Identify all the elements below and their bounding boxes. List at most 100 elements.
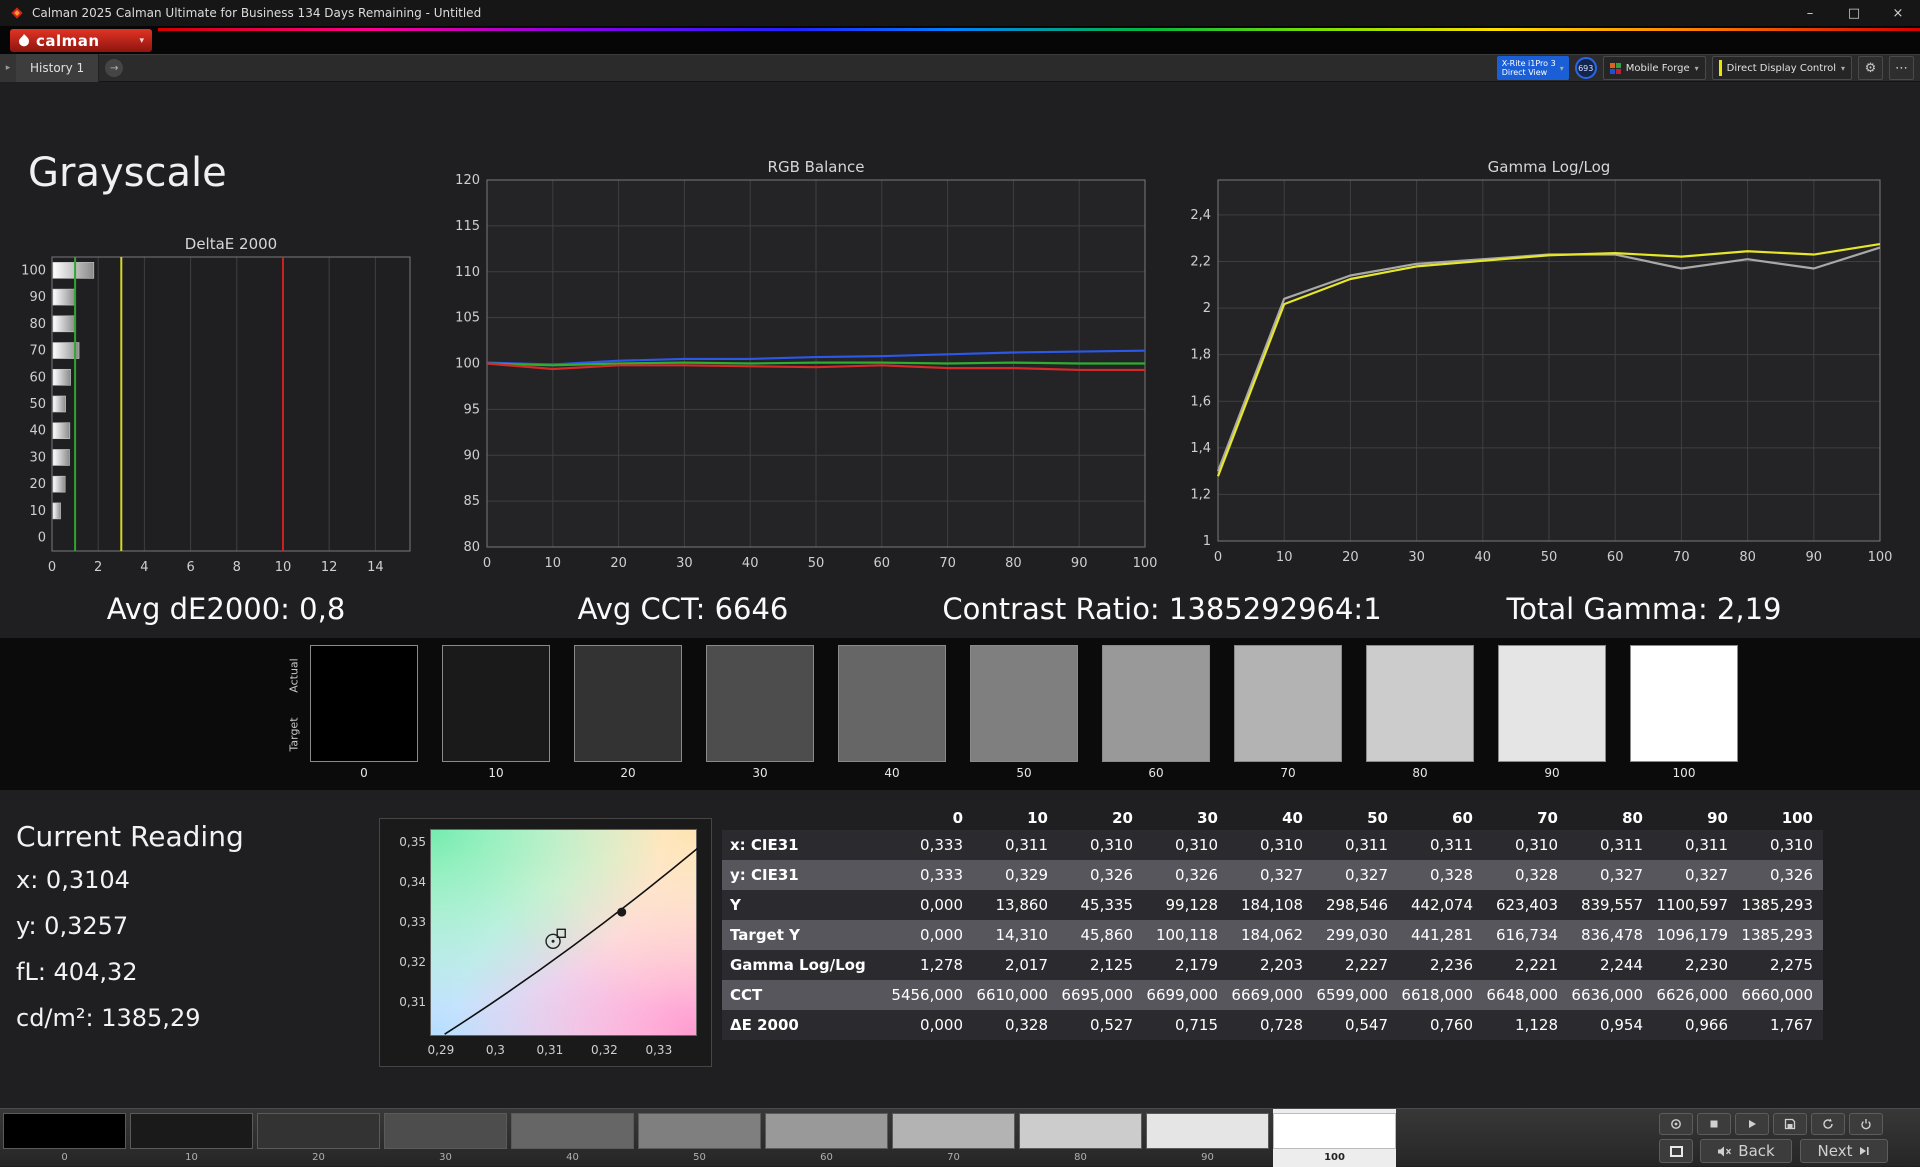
swatch-level-label: 10 <box>442 766 550 780</box>
table-cell: 6699,000 <box>1143 980 1228 1010</box>
rainbow-accent-strip <box>158 28 1920 31</box>
svg-text:70: 70 <box>1673 550 1690 565</box>
refresh-button[interactable] <box>1811 1113 1845 1135</box>
test-patch-40[interactable]: 40 <box>511 1109 634 1167</box>
table-header-cell: 70 <box>1483 806 1568 830</box>
minimize-button[interactable]: – <box>1788 0 1832 26</box>
table-cell: 13,860 <box>973 890 1058 920</box>
grayscale-swatch-strip: Actual Target 0102030405060708090100 <box>0 638 1920 790</box>
table-cell: 6695,000 <box>1058 980 1143 1010</box>
meter-select-button[interactable]: X-Rite i1Pro 3 Direct View ▾ <box>1497 56 1569 80</box>
patch-swatch <box>257 1113 380 1149</box>
table-cell: 0,310 <box>1228 830 1313 860</box>
next-button[interactable]: Next <box>1800 1139 1888 1163</box>
chevron-down-icon: ▾ <box>1841 64 1845 73</box>
svg-text:110: 110 <box>455 265 480 280</box>
table-header-cell: 40 <box>1228 806 1313 830</box>
test-patch-80[interactable]: 80 <box>1019 1109 1142 1167</box>
contrast-ratio-stat: Contrast Ratio: 1385292964:1 <box>942 592 1381 626</box>
svg-text:80: 80 <box>29 317 46 332</box>
patch-level-label: 10 <box>130 1152 253 1163</box>
table-cell: 0,327 <box>1313 860 1398 890</box>
svg-text:8: 8 <box>233 560 241 575</box>
swatch-level-label: 0 <box>310 766 418 780</box>
display-control-button[interactable]: Direct Display Control ▾ <box>1712 56 1852 80</box>
table-cell: 298,546 <box>1313 890 1398 920</box>
table-cell: 0,311 <box>1568 830 1653 860</box>
table-cell: 2,179 <box>1143 950 1228 980</box>
table-cell: 6626,000 <box>1653 980 1738 1010</box>
patch-swatch <box>3 1113 126 1149</box>
table-header-cell <box>722 806 888 830</box>
bottom-bar: 0 10 20 30 40 50 60 70 80 90100 <box>0 1108 1920 1166</box>
patch-level-label: 80 <box>1019 1152 1142 1163</box>
table-cell: 0,327 <box>1568 860 1653 890</box>
chevron-down-icon: ▾ <box>1695 64 1699 73</box>
back-button[interactable]: Back <box>1700 1139 1792 1163</box>
patch-level-label: 40 <box>511 1152 634 1163</box>
play-button[interactable] <box>1735 1113 1769 1135</box>
table-cell: 442,074 <box>1398 890 1483 920</box>
svg-text:20: 20 <box>29 477 46 492</box>
table-header-cell: 100 <box>1738 806 1823 830</box>
test-patch-0[interactable]: 0 <box>3 1109 126 1167</box>
table-cell: 1100,597 <box>1653 890 1738 920</box>
test-patch-30[interactable]: 30 <box>384 1109 507 1167</box>
calman-logo-button[interactable]: calman ▾ <box>10 29 152 52</box>
back-label: Back <box>1738 1142 1774 1160</box>
test-patch-60[interactable]: 60 <box>765 1109 888 1167</box>
test-patch-50[interactable]: 50 <box>638 1109 761 1167</box>
table-cell: 0,760 <box>1398 1010 1483 1040</box>
meter-count-badge[interactable]: 693 <box>1575 57 1597 79</box>
table-row-label: x: CIE31 <box>722 830 888 860</box>
svg-text:90: 90 <box>1806 550 1823 565</box>
table-cell: 0,328 <box>1483 860 1568 890</box>
expand-history-button[interactable]: ▸ <box>0 54 16 82</box>
test-patch-100[interactable]: 100 <box>1273 1109 1396 1167</box>
table-cell: 0,328 <box>973 1010 1058 1040</box>
refresh-icon <box>1822 1118 1834 1130</box>
table-cell: 184,062 <box>1228 920 1313 950</box>
swatch-level-label: 50 <box>970 766 1078 780</box>
patch-level-label: 20 <box>257 1152 380 1163</box>
meter-name: X-Rite i1Pro 3 <box>1502 59 1556 68</box>
test-patch-20[interactable]: 20 <box>257 1109 380 1167</box>
pattern-window-button[interactable] <box>1659 1139 1693 1163</box>
svg-text:30: 30 <box>29 450 46 465</box>
target-row-label: Target <box>288 712 301 758</box>
tab-history-1[interactable]: History 1 <box>16 54 99 82</box>
table-cell: 2,244 <box>1568 950 1653 980</box>
test-patch-90[interactable]: 90 <box>1146 1109 1269 1167</box>
svg-text:10: 10 <box>29 504 46 519</box>
maximize-button[interactable]: □ <box>1832 0 1876 26</box>
close-button[interactable]: × <box>1876 0 1920 26</box>
svg-text:20: 20 <box>610 556 627 571</box>
actual-row-label: Actual <box>288 653 301 699</box>
test-patch-70[interactable]: 70 <box>892 1109 1015 1167</box>
svg-text:1,6: 1,6 <box>1190 394 1211 409</box>
svg-text:1: 1 <box>1203 534 1211 549</box>
logo-bar: calman ▾ <box>0 26 1920 54</box>
cie-diagram <box>430 829 697 1036</box>
history-nav-button[interactable]: → <box>105 59 123 77</box>
settings-button[interactable]: ⚙ <box>1858 56 1883 80</box>
panel-toggle-button[interactable]: ⋯ <box>1889 56 1914 80</box>
svg-text:100: 100 <box>455 357 480 372</box>
svg-text:2,4: 2,4 <box>1190 208 1211 223</box>
table-cell: 6636,000 <box>1568 980 1653 1010</box>
patch-swatch <box>1273 1113 1396 1149</box>
table-cell: 0,000 <box>888 1010 973 1040</box>
svg-text:2: 2 <box>94 560 102 575</box>
table-cell: 0,715 <box>1143 1010 1228 1040</box>
table-cell: 0,311 <box>1313 830 1398 860</box>
power-button[interactable] <box>1849 1113 1883 1135</box>
test-patch-10[interactable]: 10 <box>130 1109 253 1167</box>
measure-button[interactable] <box>1659 1113 1693 1135</box>
save-button[interactable] <box>1773 1113 1807 1135</box>
patch-level-label: 60 <box>765 1152 888 1163</box>
table-cell: 0,000 <box>888 920 973 950</box>
table-row: ΔE 20000,0000,3280,5270,7150,7280,5470,7… <box>722 1010 1823 1040</box>
stop-button[interactable] <box>1697 1113 1731 1135</box>
pattern-source-button[interactable]: Mobile Forge ▾ <box>1603 56 1706 80</box>
table-cell: 0,966 <box>1653 1010 1738 1040</box>
